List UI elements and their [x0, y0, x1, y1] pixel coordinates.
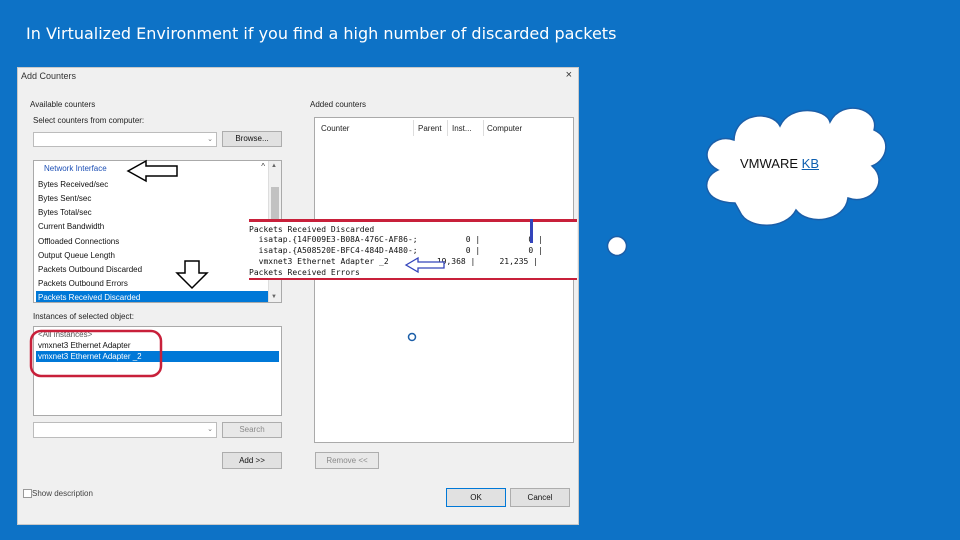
highlight-marker	[530, 219, 533, 243]
highlight-instances-outline	[29, 329, 163, 378]
kb-link[interactable]: KB	[802, 156, 819, 171]
cloud-text: VMWARE	[740, 156, 799, 171]
thought-bubble-small	[407, 332, 417, 342]
thought-bubble-large	[606, 235, 628, 257]
arrow-left-blue-icon	[404, 256, 445, 274]
annotation-layer	[29, 107, 887, 378]
arrow-down-icon	[175, 260, 209, 290]
cloud-note: VMWARE KB	[740, 156, 819, 171]
arrow-left-icon	[126, 159, 178, 183]
thought-bubble-medium	[503, 285, 519, 301]
